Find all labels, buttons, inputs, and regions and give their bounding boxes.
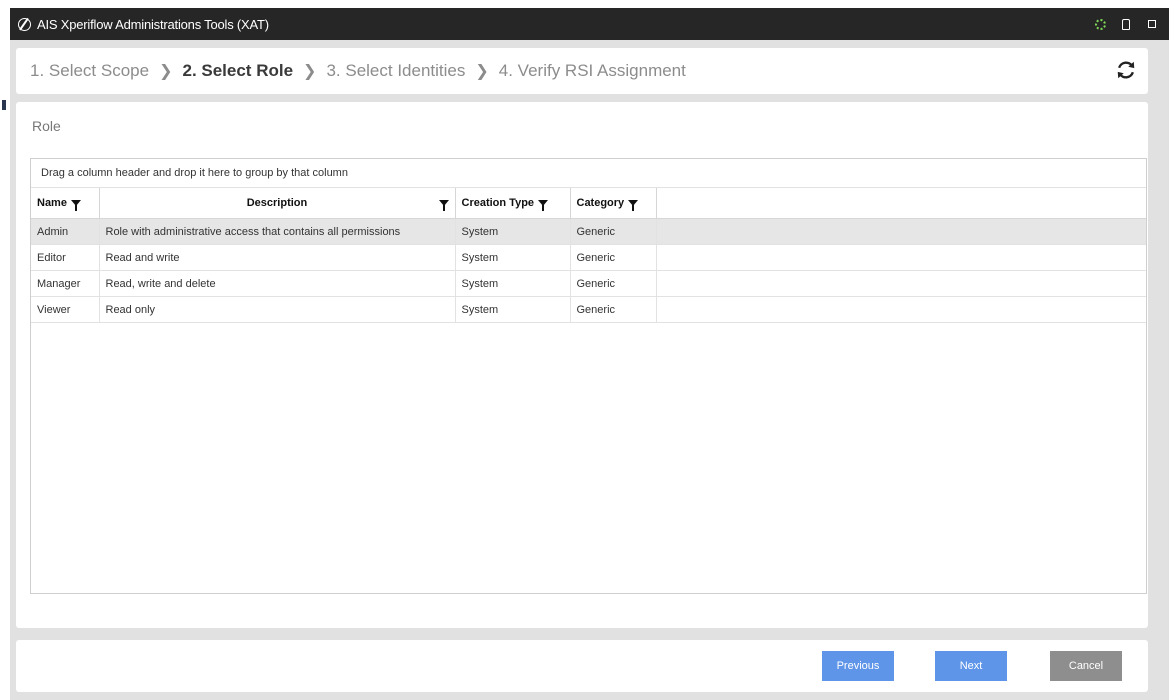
table-row[interactable]: Editor Read and write System Generic [31, 244, 1146, 271]
column-header-name[interactable]: Name [31, 188, 100, 219]
title-bar: AIS Xperiflow Administrations Tools (XAT… [10, 8, 1169, 40]
filter-icon[interactable] [538, 200, 549, 212]
cell-description: Read and write [99, 244, 456, 271]
refresh-icon[interactable] [1114, 58, 1138, 82]
role-table: Name Description Creation Type Category … [31, 188, 1146, 323]
step-select-role[interactable]: 2. Select Role [182, 61, 293, 81]
app-logo-icon [18, 17, 31, 31]
column-header-description[interactable]: Description [99, 188, 456, 219]
cell-creation-type: System [455, 270, 571, 297]
clipboard-icon[interactable] [1113, 8, 1139, 40]
header-row: Name Description Creation Type Category [31, 188, 1146, 219]
window-title: AIS Xperiflow Administrations Tools (XAT… [37, 16, 269, 32]
cell-name: Admin [31, 218, 100, 245]
next-button[interactable]: Next [935, 651, 1007, 681]
cell-name: Editor [31, 244, 100, 271]
table-row[interactable]: Manager Read, write and delete System Ge… [31, 270, 1146, 297]
cell-creation-type: System [455, 244, 571, 271]
row-filler [656, 296, 1146, 323]
background-app-sliver [0, 0, 10, 700]
filter-icon[interactable] [70, 200, 81, 212]
restore-window-button[interactable] [1139, 8, 1165, 40]
footer-bar: Previous Next Cancel [16, 640, 1148, 692]
cell-category: Generic [570, 244, 657, 271]
step-select-scope[interactable]: 1. Select Scope [30, 61, 149, 81]
cell-creation-type: System [455, 296, 571, 323]
group-by-panel[interactable]: Drag a column header and drop it here to… [31, 159, 1146, 188]
cell-description: Read, write and delete [99, 270, 456, 297]
table-row[interactable]: Viewer Read only System Generic [31, 296, 1146, 323]
cancel-button[interactable]: Cancel [1050, 651, 1122, 681]
cell-category: Generic [570, 296, 657, 323]
row-filler [656, 218, 1146, 245]
wizard-breadcrumb: 1. Select Scope ❯ 2. Select Role ❯ 3. Se… [16, 48, 1148, 94]
chevron-right-icon: ❯ [159, 63, 173, 80]
filter-icon[interactable] [438, 200, 449, 211]
cell-name: Manager [31, 270, 100, 297]
header-filler [656, 188, 1146, 219]
cell-description: Role with administrative access that con… [99, 218, 456, 245]
cell-creation-type: System [455, 218, 571, 245]
cell-description: Read only [99, 296, 456, 323]
chevron-right-icon: ❯ [475, 63, 489, 80]
column-header-creation-type[interactable]: Creation Type [455, 188, 571, 219]
window-controls [1087, 8, 1165, 40]
loading-spinner-icon [1087, 8, 1113, 40]
table-row[interactable]: Admin Role with administrative access th… [31, 218, 1146, 245]
filter-icon[interactable] [628, 200, 639, 212]
content-panel: Role Drag a column header and drop it he… [16, 102, 1148, 628]
row-filler [656, 244, 1146, 271]
cell-category: Generic [570, 270, 657, 297]
background-app-marker [2, 100, 6, 110]
chevron-right-icon: ❯ [303, 63, 317, 80]
previous-button[interactable]: Previous [822, 651, 894, 681]
section-title: Role [32, 118, 61, 134]
step-select-identities[interactable]: 3. Select Identities [326, 61, 465, 81]
cell-category: Generic [570, 218, 657, 245]
row-filler [656, 270, 1146, 297]
step-verify-rsi-assignment[interactable]: 4. Verify RSI Assignment [499, 61, 686, 81]
column-header-category[interactable]: Category [570, 188, 657, 219]
role-grid: Drag a column header and drop it here to… [30, 158, 1147, 594]
app-window: AIS Xperiflow Administrations Tools (XAT… [10, 8, 1169, 700]
cell-name: Viewer [31, 296, 100, 323]
